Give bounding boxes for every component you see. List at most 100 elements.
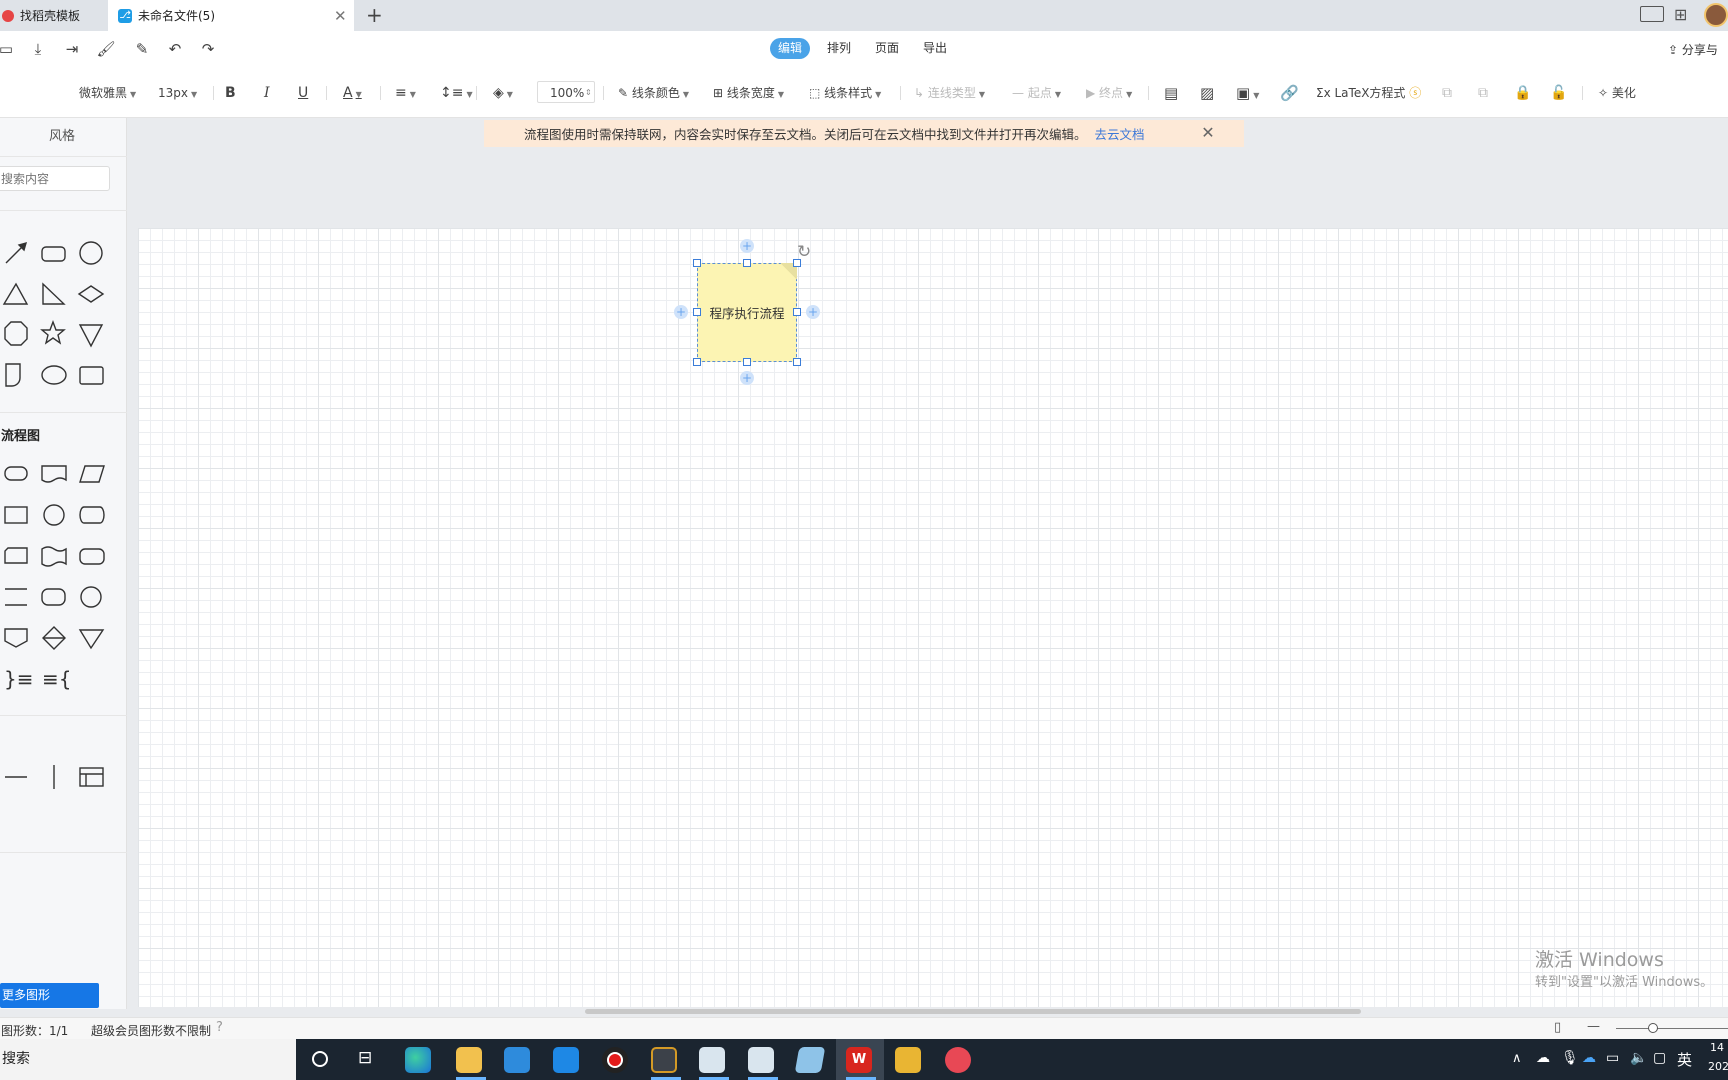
volume-icon[interactable]: 🔈 (1630, 1050, 1647, 1066)
layout-icon[interactable] (1640, 6, 1664, 22)
add-connection-icon[interactable]: + (674, 305, 688, 319)
font-size-select[interactable]: 13px ▼ (158, 82, 197, 104)
display-shape[interactable] (79, 548, 105, 565)
flowchart-section-title[interactable]: 流程图 (1, 425, 40, 444)
octagon-shape[interactable] (4, 321, 28, 346)
redo-icon[interactable]: ↷ (196, 37, 220, 61)
diamond-shape[interactable] (77, 285, 105, 303)
line-style-select[interactable]: ⬚ 线条样式 ▼ (809, 82, 881, 104)
container-icon[interactable]: ▣ ▼ (1236, 82, 1259, 104)
resize-handle[interactable] (743, 259, 751, 267)
bold-button[interactable]: B (225, 82, 236, 104)
taskbar-search-box[interactable]: 搜索 (0, 1039, 296, 1080)
off-page-shape[interactable] (4, 628, 28, 648)
brace-right-shape[interactable]: ≡{ (42, 667, 71, 691)
tab-page[interactable]: 页面 (867, 38, 907, 59)
tab-current-file[interactable]: ⎇ 未命名文件(5) ✕ (108, 0, 354, 31)
tab-edit[interactable]: 编辑 (770, 38, 811, 59)
unlock-icon[interactable]: 🔓 (1550, 82, 1567, 104)
italic-button[interactable]: I (264, 82, 270, 104)
zoom-input[interactable]: 100% ⇕ (537, 81, 595, 103)
arrow-line-shape[interactable] (5, 241, 28, 264)
add-connection-icon[interactable]: + (740, 239, 754, 253)
align-button[interactable]: ≡ ▼ (395, 82, 416, 104)
format-painter-icon[interactable]: 🖌 (94, 37, 118, 61)
delay-shape[interactable] (41, 588, 66, 606)
line-spacing-button[interactable]: ↕≡ ▼ (440, 82, 473, 104)
speech-bubble-shape[interactable] (41, 365, 67, 385)
tape-shape[interactable] (41, 546, 67, 567)
clock-time[interactable]: 14 (1710, 1041, 1724, 1054)
new-tab-button[interactable]: + (366, 3, 383, 27)
zoom-out-icon[interactable]: — (1587, 1019, 1600, 1034)
rounded-rect-shape[interactable] (41, 246, 66, 262)
swimlane-shape[interactable] (79, 767, 104, 787)
network-icon[interactable]: ▢ (1653, 1050, 1666, 1066)
connector-shape[interactable] (80, 586, 102, 608)
style-tab[interactable]: 风格 (49, 125, 75, 144)
save-icon[interactable]: ▭ (0, 37, 18, 61)
cortana-icon[interactable] (312, 1051, 328, 1067)
chevron-up-icon[interactable]: ∧ (1512, 1051, 1522, 1066)
tab-export[interactable]: 导出 (915, 38, 955, 59)
resize-handle[interactable] (693, 259, 701, 267)
star-shape[interactable] (40, 320, 66, 345)
resize-handle[interactable] (693, 308, 701, 316)
more-shapes-button[interactable]: 更多图形 (0, 983, 99, 1008)
map-icon[interactable]: ▯ (1554, 1020, 1561, 1035)
undo-icon[interactable]: ↶ (163, 37, 187, 61)
go-cloud-docs-link[interactable]: 去云文档 (1095, 124, 1145, 143)
rotate-icon[interactable]: ↻ (797, 242, 811, 262)
group-icon[interactable]: ⧉ (1442, 82, 1452, 104)
window-app-icon[interactable] (748, 1047, 774, 1073)
sublime-icon[interactable] (651, 1047, 677, 1073)
table-icon[interactable]: ▤ (1164, 82, 1178, 104)
task-view-icon[interactable]: ⊟ (358, 1048, 372, 1068)
edge-icon[interactable] (405, 1047, 431, 1073)
zoom-slider-thumb[interactable] (1648, 1023, 1658, 1033)
pen-icon[interactable]: ✎ (130, 37, 154, 61)
tab-template[interactable]: 找稻壳模板 (0, 0, 107, 31)
tab-arrange[interactable]: 排列 (819, 38, 859, 59)
clock-date[interactable]: 202 (1708, 1060, 1728, 1073)
add-connection-icon[interactable]: + (806, 305, 820, 319)
wps-icon[interactable]: W (846, 1047, 872, 1073)
onedrive-icon[interactable]: ☁ (1582, 1050, 1596, 1066)
line-width-select[interactable]: ⊞ 线条宽度 ▼ (713, 82, 784, 104)
avatar[interactable] (1704, 3, 1728, 27)
cloud-icon[interactable]: ☁ (1536, 1050, 1550, 1066)
shape-search-input[interactable] (0, 166, 110, 191)
d-shape[interactable] (5, 363, 21, 387)
font-family-select[interactable]: 微软雅黑 ▼ (79, 82, 136, 104)
sort-shape[interactable] (42, 626, 66, 650)
image-icon[interactable]: ▨ (1200, 82, 1214, 104)
end-point-select[interactable]: ▶ 终点 ▼ (1086, 82, 1132, 104)
down-triangle-shape[interactable] (78, 324, 104, 348)
heart-app-icon[interactable] (945, 1047, 971, 1073)
zoom-slider-track[interactable] (1616, 1028, 1728, 1029)
fill-color-button[interactable]: ◈ ▼ (493, 82, 513, 104)
annotation-shape[interactable] (5, 588, 27, 606)
document-shape[interactable] (41, 465, 67, 483)
add-connection-icon[interactable]: + (740, 371, 754, 385)
connector-type-select[interactable]: ↳ 连线类型 ▼ (914, 82, 985, 104)
brace-left-shape[interactable]: }≡ (4, 667, 33, 691)
merge-shape[interactable] (78, 629, 105, 650)
right-triangle-shape[interactable] (42, 282, 66, 305)
terminator-shape[interactable] (4, 466, 28, 481)
ungroup-icon[interactable]: ⧉ (1478, 82, 1488, 104)
close-icon[interactable]: ✕ (1198, 122, 1218, 144)
notepad-icon[interactable] (794, 1047, 826, 1073)
window-app-icon[interactable] (699, 1047, 725, 1073)
latex-button[interactable]: Σx LaTeX方程式 ⓢ (1316, 82, 1421, 104)
triangle-shape[interactable] (2, 282, 29, 305)
download-icon[interactable]: ⤓ (26, 37, 50, 61)
app-badge-icon[interactable] (895, 1047, 921, 1073)
close-tab-icon[interactable]: ✕ (334, 7, 347, 25)
resize-handle[interactable] (693, 358, 701, 366)
resize-handle[interactable] (743, 358, 751, 366)
horizontal-scrollbar[interactable] (585, 1009, 1361, 1014)
import-icon[interactable]: ⇥ (60, 37, 84, 61)
underline-button[interactable]: U (298, 82, 308, 104)
link-icon[interactable]: 🔗 (1280, 82, 1299, 104)
